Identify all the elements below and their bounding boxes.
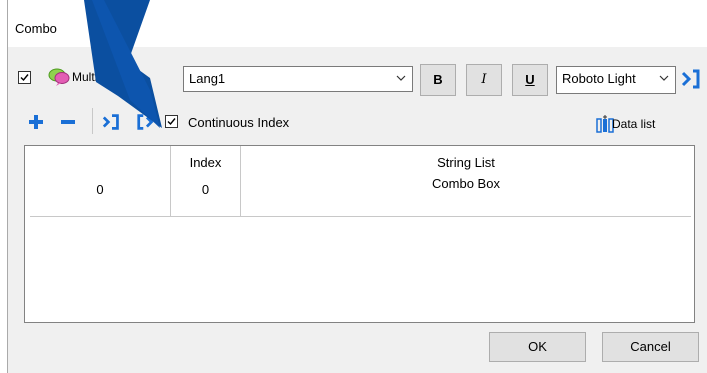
ok-button[interactable]: OK [489, 332, 586, 362]
insert-before-icon[interactable] [136, 112, 156, 132]
toolbar-separator [92, 108, 93, 134]
index-cell[interactable]: Index 0 [171, 146, 241, 217]
underline-button[interactable]: U [512, 64, 548, 96]
bold-button[interactable]: B [420, 64, 456, 96]
speech-bubble-icon [48, 68, 70, 86]
italic-button[interactable]: I [466, 64, 502, 96]
font-select[interactable]: Roboto Light [556, 66, 676, 94]
cancel-button[interactable]: Cancel [602, 332, 699, 362]
add-icon[interactable] [26, 112, 46, 132]
insert-arrow-icon[interactable] [680, 68, 702, 90]
chevron-down-icon [396, 75, 406, 81]
multilanguage-label: Multilanguage [72, 70, 147, 84]
font-value: Roboto Light [562, 71, 636, 86]
title-bar: Combo [8, 0, 707, 47]
continuous-index-label: Continuous Index [188, 115, 290, 130]
data-list-label[interactable]: Data list [612, 117, 655, 131]
string-list-table[interactable]: 0 Index 0 String List Combo Box [24, 145, 695, 323]
language-select[interactable]: Lang1 [183, 66, 413, 92]
continuous-index-checkbox[interactable] [165, 115, 178, 128]
string-value: Combo Box [432, 176, 500, 191]
dialog-title: Combo [15, 21, 57, 36]
combo-dialog: Combo Multilanguage Lang1 B I U Roboto L… [7, 0, 707, 373]
index-value: 0 [201, 182, 210, 197]
chevron-down-icon [659, 75, 669, 81]
column-header-string-list: String List [437, 155, 495, 170]
remove-icon[interactable] [58, 112, 78, 132]
column-header-index: Index [189, 155, 222, 170]
row-number: 0 [96, 182, 104, 197]
table-row[interactable]: 0 Index 0 String List Combo Box [30, 146, 691, 217]
language-value: Lang1 [189, 71, 226, 86]
string-list-cell[interactable]: String List Combo Box [241, 146, 691, 217]
multilanguage-checkbox[interactable] [18, 71, 31, 84]
row-number-cell: 0 [30, 146, 171, 217]
insert-after-icon[interactable] [102, 112, 122, 132]
